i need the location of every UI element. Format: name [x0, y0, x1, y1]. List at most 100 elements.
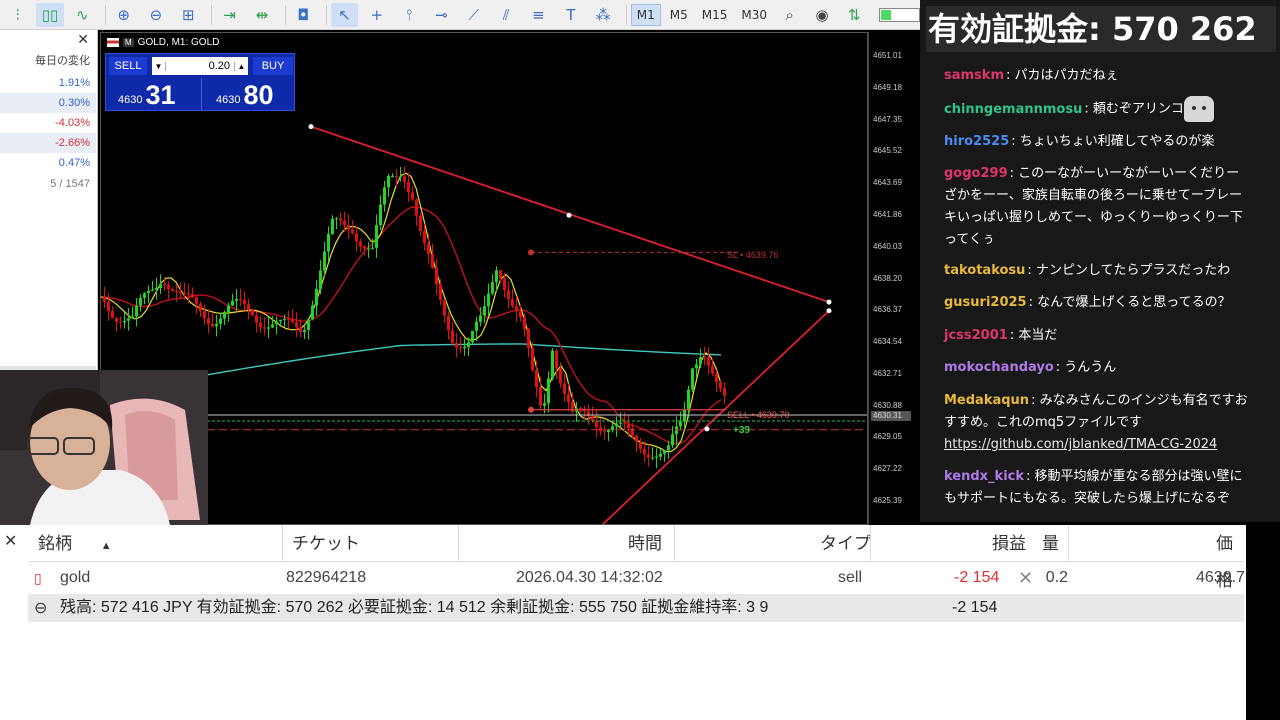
- screenshot-icon[interactable]: ◘: [290, 3, 317, 27]
- candle-body: [335, 218, 338, 220]
- candle-body: [559, 368, 562, 384]
- lot-size-input[interactable]: ▼ 0.20 ▲: [152, 57, 248, 75]
- sell-order-label[interactable]: SELL • 4630.70: [727, 410, 789, 420]
- sell-button[interactable]: SELL: [109, 57, 147, 75]
- candle-body: [103, 296, 106, 302]
- market-row[interactable]: -4.03%: [0, 113, 96, 133]
- column-divider[interactable]: [674, 525, 675, 562]
- market-row[interactable]: -2.66%: [0, 133, 96, 153]
- chat-link[interactable]: https://github.com/jblanked/TMA-CG-2024: [944, 437, 1217, 452]
- table-row[interactable]: ▯ gold 822964218 2026.04.30 14:32:02 sel…: [28, 563, 1244, 593]
- chat-username[interactable]: mokochandayo: [944, 360, 1054, 375]
- close-icon[interactable]: ✕: [4, 531, 17, 551]
- sort-up-icon[interactable]: ▲: [101, 540, 112, 552]
- candle-body: [407, 181, 410, 193]
- chat-text: うんうん: [1064, 360, 1117, 375]
- lot-size-value[interactable]: 0.20: [166, 60, 234, 72]
- chat-text: ちょいちょい利確してやるのが楽: [1019, 134, 1215, 149]
- fibonacci-icon[interactable]: ≡: [525, 3, 552, 27]
- timeframe-m1[interactable]: M1: [630, 3, 661, 26]
- candle-body: [287, 318, 290, 320]
- stop-loss-label[interactable]: SL • 4639.76: [727, 250, 778, 260]
- col-time[interactable]: 時間: [628, 525, 662, 562]
- account-summary-row: ⊖ 残高: 572 416 JPY 有効証拠金: 570 262 必要証拠金: …: [28, 594, 1244, 622]
- candle-body: [135, 305, 138, 317]
- chat-message: kendx_kick: 移動平均線が重なる部分は強い壁にもサポートにもなる。突破…: [944, 469, 1243, 506]
- price-axis-label: 4640.03: [873, 241, 902, 251]
- chat-username[interactable]: takotakosu: [944, 263, 1025, 278]
- crosshair-icon[interactable]: +: [363, 3, 390, 27]
- price-axis-label: 4630.88: [873, 400, 902, 410]
- signal-icon[interactable]: ⇅: [841, 3, 868, 27]
- candle-body: [623, 422, 626, 424]
- shapes-icon[interactable]: ⁂: [589, 3, 616, 27]
- collapse-icon[interactable]: ⊖: [34, 598, 47, 618]
- candle-body: [311, 305, 314, 320]
- search-icon[interactable]: ⌕: [776, 3, 803, 27]
- chart-shift-icon[interactable]: ⇹: [248, 3, 275, 27]
- sell-quote[interactable]: 4630 31: [118, 78, 176, 110]
- chevron-up-icon[interactable]: ▲: [234, 61, 248, 71]
- market-row[interactable]: 1.91%: [0, 73, 96, 93]
- cell-profit: -2 154: [954, 569, 1000, 586]
- col-type[interactable]: タイプ: [820, 525, 871, 562]
- candle-body: [491, 282, 494, 294]
- timeframe-m30[interactable]: M30: [736, 4, 772, 26]
- candle-body: [163, 284, 166, 286]
- candle-body: [107, 301, 110, 311]
- price-chart[interactable]: M GOLD, M1: GOLD SELL ▼ 0.20 ▲ BUY 4630 …: [100, 32, 868, 525]
- candle-body: [431, 253, 434, 268]
- text-icon[interactable]: T: [557, 3, 584, 27]
- symbol-count: 5 / 1547: [50, 178, 90, 190]
- candle-body: [219, 318, 222, 324]
- chevron-down-icon[interactable]: ▼: [152, 61, 166, 71]
- col-price[interactable]: 価格: [1216, 525, 1244, 590]
- col-profit[interactable]: 損益: [992, 525, 1026, 562]
- chat-username[interactable]: gogo299: [944, 166, 1008, 181]
- chat-username[interactable]: jcss2001: [944, 328, 1008, 343]
- chat-username[interactable]: hiro2525: [944, 134, 1009, 149]
- candle-body: [295, 322, 298, 328]
- candle-body: [383, 187, 386, 205]
- candle-body: [419, 215, 422, 232]
- col-ticket[interactable]: チケット: [292, 525, 360, 562]
- chat-username[interactable]: gusuri2025: [944, 295, 1027, 310]
- col-volume[interactable]: 量: [1042, 525, 1059, 562]
- timeframe-m5[interactable]: M5: [665, 4, 693, 26]
- chat-username[interactable]: Medakaqun: [944, 393, 1029, 408]
- column-divider[interactable]: [870, 525, 871, 562]
- market-row[interactable]: 0.30%: [0, 93, 96, 113]
- line-chart-icon[interactable]: ∿: [69, 3, 96, 27]
- cursor-icon[interactable]: ↖: [330, 2, 359, 27]
- candlestick-icon[interactable]: ▯▯: [36, 2, 64, 27]
- auto-scroll-icon[interactable]: ⇥: [216, 3, 243, 27]
- cell-price: 4630.7: [1196, 569, 1244, 586]
- chat-username[interactable]: chinngemannmosu: [944, 102, 1082, 117]
- channel-icon[interactable]: ⫽: [492, 3, 519, 27]
- column-divider[interactable]: [458, 525, 459, 562]
- candle-body: [487, 293, 490, 307]
- trendline-icon[interactable]: ⟋: [460, 3, 487, 27]
- zoom-out-icon[interactable]: ⊖: [142, 3, 169, 27]
- close-position-icon[interactable]: ✕: [1018, 563, 1033, 593]
- buy-button[interactable]: BUY: [253, 57, 293, 75]
- chat-username[interactable]: samskm: [944, 68, 1004, 83]
- horizontal-line-icon[interactable]: ⊸: [428, 3, 455, 27]
- zoom-in-icon[interactable]: ⊕: [110, 3, 137, 27]
- chat-username[interactable]: kendx_kick: [944, 469, 1024, 484]
- account-icon[interactable]: ◉: [808, 3, 835, 27]
- vertical-line-icon[interactable]: ⫯: [395, 3, 422, 27]
- candle-body: [439, 284, 442, 301]
- bar-chart-icon[interactable]: ⫶: [4, 3, 31, 27]
- cell-ticket: 822964218: [286, 569, 367, 586]
- timeframe-m15[interactable]: M15: [697, 4, 733, 26]
- col-symbol[interactable]: 銘柄 ▲: [38, 525, 112, 562]
- buy-quote[interactable]: 4630 80: [216, 78, 274, 110]
- column-divider[interactable]: [282, 525, 283, 562]
- candle-body: [651, 457, 654, 459]
- candle-body: [391, 175, 394, 177]
- column-divider[interactable]: [1068, 525, 1069, 562]
- grid-icon[interactable]: ⊞: [175, 3, 202, 27]
- close-icon[interactable]: ✕: [77, 31, 89, 48]
- market-row[interactable]: 0.47%: [0, 153, 96, 173]
